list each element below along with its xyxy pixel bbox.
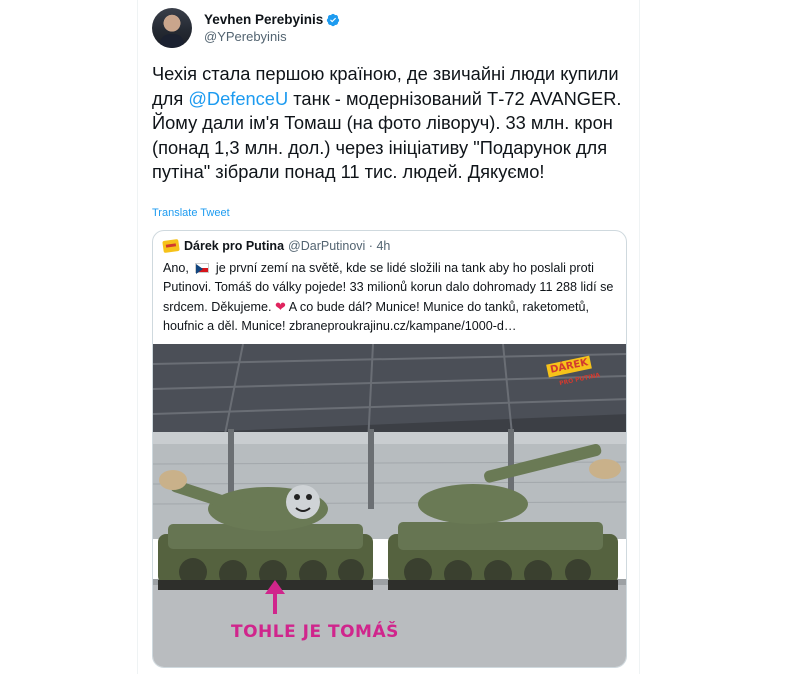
translate-tweet-link[interactable]: Translate Tweet xyxy=(152,207,230,219)
author-handle[interactable]: @YPerebyinis xyxy=(204,29,287,44)
darek-logo-subtext: PRO PUTINA xyxy=(558,371,601,388)
quote-text: Ano, je první zemí na světě, kde se lidé… xyxy=(163,259,618,336)
quote-text-part: Ano, xyxy=(163,261,189,275)
author-avatar[interactable] xyxy=(152,8,192,48)
quote-author-name[interactable]: Dárek pro Putina xyxy=(184,239,284,253)
heart-icon: ❤ xyxy=(274,299,286,314)
tank-photo[interactable]: TOHLE JE TOMÁŠ DÁREK PRO PUTINA xyxy=(153,344,626,667)
tweet-text: Чехія стала першою країною, де звичайні … xyxy=(152,62,632,185)
photo-caption: TOHLE JE TOMÁŠ xyxy=(231,622,399,642)
darek-logo: DÁREK PRO PUTINA xyxy=(543,354,615,394)
mention-link[interactable]: @DefenceU xyxy=(188,88,288,109)
quote-author-handle[interactable]: @DarPutinovi · 4h xyxy=(288,239,390,253)
author-name[interactable]: Yevhen Perebyinis xyxy=(204,12,323,27)
tweet-card[interactable]: Yevhen Perebyinis @YPerebyinis Чехія ста… xyxy=(137,0,640,674)
quote-author-avatar[interactable] xyxy=(162,238,180,254)
czech-flag-icon xyxy=(195,263,210,274)
quoted-tweet[interactable]: Dárek pro Putina @DarPutinovi · 4h Ano, … xyxy=(152,230,627,668)
verified-badge-icon xyxy=(327,13,340,26)
